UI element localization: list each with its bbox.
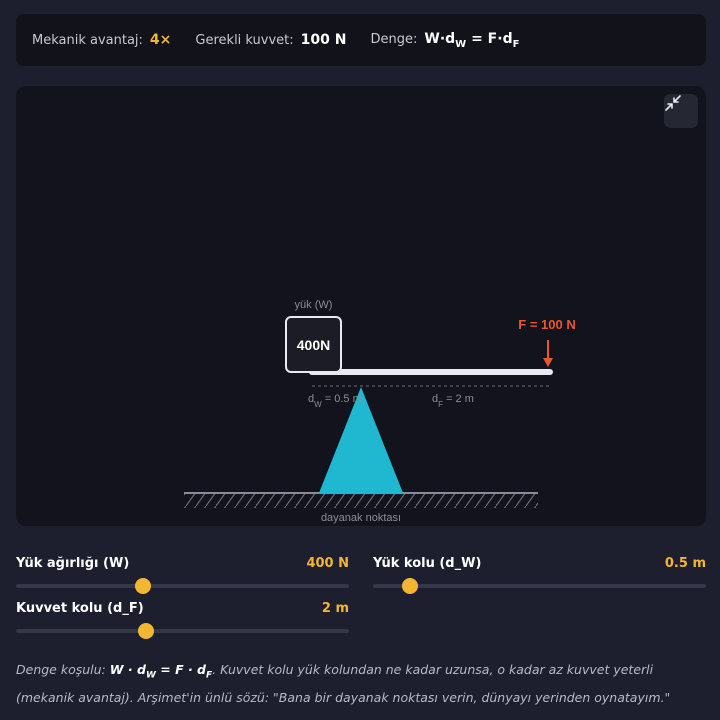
force-arm-value: 2 m [321, 601, 349, 616]
stats-bar: Mekanik avantaj: 4× Gerekli kuvvet: 100 … [16, 14, 706, 66]
collapse-arrows-icon [665, 95, 681, 111]
load-arm-slider[interactable] [373, 578, 706, 594]
force-arrow-head [543, 358, 553, 367]
force-arm-control: Kuvvet kolu (d_F) 2 m [16, 601, 349, 639]
load-value: 400N [297, 337, 330, 353]
load-arm-thumb[interactable] [401, 578, 418, 594]
note-prefix: Denge koşulu: [16, 662, 106, 677]
df-label: dF = 2 m [432, 393, 474, 409]
load-arm-label: Yük kolu (d_W) [373, 556, 482, 571]
fulcrum-label: dayanak noktası [321, 512, 401, 524]
required-force-stat: Gerekli kuvvet: 100 N [195, 32, 346, 48]
collapse-button[interactable] [664, 94, 698, 128]
mechanical-advantage-label: Mekanik avantaj: [32, 32, 143, 48]
explanation-note: Denge koşulu: W · dW = F · dF. Kuvvet ko… [16, 662, 671, 705]
load-caption: yük (W) [295, 299, 333, 311]
balance-stat: Denge: W·dW = F·dF [370, 31, 519, 50]
load-weight-thumb[interactable] [134, 578, 151, 594]
lever-diagram: 400N yük (W) F = 100 N dW = 0.5 m dF = 2… [16, 86, 706, 526]
ground-hatch [184, 494, 538, 508]
load-weight-slider[interactable] [16, 578, 349, 594]
force-label: F = 100 N [518, 317, 575, 332]
mechanical-advantage-value: 4× [149, 32, 172, 48]
required-force-label: Gerekli kuvvet: [195, 32, 294, 48]
lever-svg: 400N yük (W) F = 100 N dW = 0.5 m dF = 2… [184, 299, 576, 524]
force-arm-slider[interactable] [16, 623, 349, 639]
load-weight-control: Yük ağırlığı (W) 400 N [16, 556, 349, 594]
required-force-value: 100 N [300, 32, 347, 48]
balance-formula: W·dW = F·dF [424, 30, 520, 50]
force-arm-label: Kuvvet kolu (d_F) [16, 601, 144, 616]
note-formula: W · dW = F · dF [109, 662, 213, 681]
load-arm-value: 0.5 m [664, 556, 706, 571]
load-arm-control: Yük kolu (d_W) 0.5 m [373, 556, 706, 594]
load-weight-value: 400 N [306, 556, 349, 571]
mechanical-advantage-stat: Mekanik avantaj: 4× [32, 32, 171, 48]
force-arm-thumb[interactable] [137, 623, 154, 639]
balance-label: Denge: [370, 32, 418, 48]
load-weight-label: Yük ağırlığı (W) [16, 556, 130, 571]
